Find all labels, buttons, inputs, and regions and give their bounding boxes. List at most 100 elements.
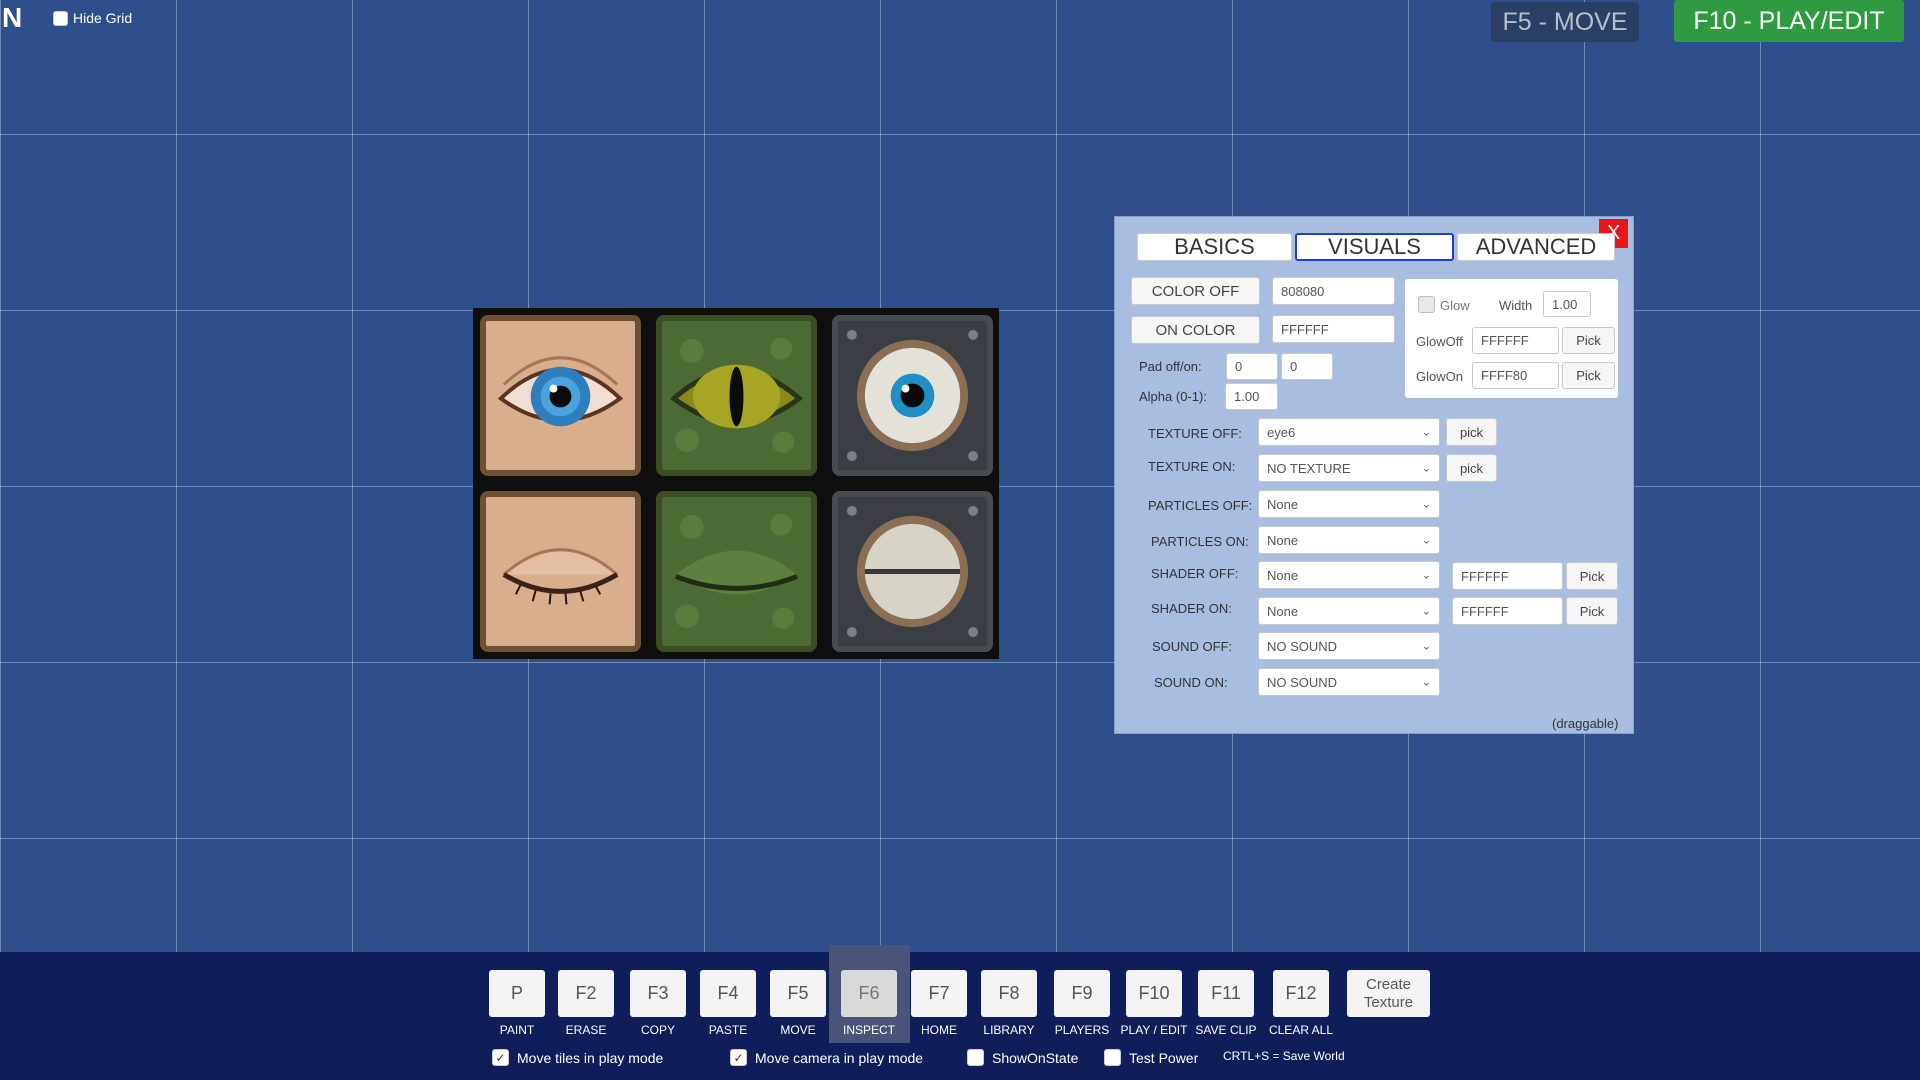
tile-lizard-eye-closed[interactable] <box>656 491 817 652</box>
move-mode-button[interactable]: F5 - MOVE <box>1491 2 1639 42</box>
tool-button-move[interactable]: F5 <box>770 970 826 1017</box>
tab-visuals[interactable]: VISUALS <box>1295 233 1454 261</box>
tab-advanced[interactable]: ADVANCED <box>1457 233 1615 261</box>
sound-on-label: SOUND ON: <box>1154 675 1228 690</box>
tool-label: PAINT <box>499 1023 535 1037</box>
shader-on-dropdown[interactable]: None ⌄ <box>1258 597 1440 625</box>
tool-button-paste[interactable]: F4 <box>700 970 756 1017</box>
sound-on-dropdown[interactable]: NO SOUND ⌄ <box>1258 668 1440 696</box>
on-color-input[interactable]: FFFFFF <box>1272 315 1395 343</box>
on-color-button[interactable]: ON COLOR <box>1131 316 1260 344</box>
human-eye-open-icon <box>486 321 635 470</box>
test-power-option[interactable]: Test Power <box>1104 1049 1198 1066</box>
tool-button-play-edit[interactable]: F10 <box>1126 970 1182 1017</box>
color-off-input[interactable]: 808080 <box>1272 277 1395 305</box>
sound-off-dropdown[interactable]: NO SOUND ⌄ <box>1258 632 1440 660</box>
glow-off-input[interactable]: FFFFFF <box>1472 327 1559 354</box>
chevron-down-icon: ⌄ <box>1421 534 1431 547</box>
glow-checkbox[interactable] <box>1418 296 1435 313</box>
glow-off-pick-button[interactable]: Pick <box>1562 327 1615 354</box>
chevron-down-icon: ⌄ <box>1421 676 1431 689</box>
tile-sprite-group[interactable] <box>473 308 999 659</box>
tool-button-inspect[interactable]: F6 <box>841 970 897 1017</box>
alpha-label: Alpha (0-1): <box>1139 389 1207 404</box>
tool-button-copy[interactable]: F3 <box>630 970 686 1017</box>
color-off-button[interactable]: COLOR OFF <box>1131 277 1260 305</box>
tile-lizard-eye-open[interactable] <box>656 315 817 476</box>
chevron-down-icon: ⌄ <box>1421 426 1431 439</box>
tab-basics[interactable]: BASICS <box>1137 233 1292 261</box>
width-label: Width <box>1499 298 1533 313</box>
move-camera-checkbox[interactable]: ✓ <box>730 1049 747 1066</box>
tile-robot-eye-open[interactable] <box>832 315 993 476</box>
pad-on-input[interactable]: 0 <box>1281 353 1333 380</box>
show-on-state-option[interactable]: ShowOnState <box>967 1049 1078 1066</box>
tool-button-paint[interactable]: P <box>489 970 545 1017</box>
shader-on-pick-button[interactable]: Pick <box>1566 597 1618 625</box>
texture-off-pick-button[interactable]: pick <box>1446 418 1497 446</box>
robot-eye-open-icon <box>838 321 987 470</box>
texture-on-dropdown[interactable]: NO TEXTURE ⌄ <box>1258 454 1440 482</box>
particles-off-label: PARTICLES OFF: <box>1148 498 1253 513</box>
tile-robot-eye-closed[interactable] <box>832 491 993 652</box>
chevron-down-icon: ⌄ <box>1421 498 1431 511</box>
tool-label: MOVE <box>780 1023 816 1037</box>
tool-button-clear-all[interactable]: F12 <box>1273 970 1329 1017</box>
tool-button-erase[interactable]: F2 <box>558 970 614 1017</box>
move-tiles-checkbox[interactable]: ✓ <box>492 1049 509 1066</box>
hide-grid-toggle[interactable]: Hide Grid <box>53 10 132 26</box>
glow-label: Glow <box>1440 298 1470 313</box>
texture-off-dropdown[interactable]: eye6 ⌄ <box>1258 418 1440 446</box>
tile-human-eye-open[interactable] <box>480 315 641 476</box>
tool-label: LIBRARY <box>983 1023 1035 1037</box>
texture-on-pick-button[interactable]: pick <box>1446 454 1497 482</box>
lizard-eye-open-icon <box>662 321 811 470</box>
test-power-label: Test Power <box>1129 1049 1199 1066</box>
particles-off-value: None <box>1267 496 1299 512</box>
tool-label: ERASE <box>565 1023 607 1037</box>
sound-off-label: SOUND OFF: <box>1152 639 1233 654</box>
chevron-down-icon: ⌄ <box>1421 605 1431 618</box>
pad-off-input[interactable]: 0 <box>1226 353 1278 380</box>
tile-human-eye-closed[interactable] <box>480 491 641 652</box>
shader-off-dropdown[interactable]: None ⌄ <box>1258 561 1440 589</box>
play-edit-button[interactable]: F10 - PLAY/EDIT <box>1674 0 1904 42</box>
tool-label: SAVE CLIP <box>1195 1023 1257 1037</box>
shader-off-pick-button[interactable]: Pick <box>1566 562 1618 590</box>
show-on-state-checkbox[interactable] <box>967 1049 984 1066</box>
save-shortcut-hint: CRTL+S = Save World <box>1223 1049 1345 1063</box>
shader-on-color-input[interactable]: FFFFFF <box>1452 597 1563 625</box>
show-on-state-label: ShowOnState <box>992 1049 1079 1066</box>
shader-on-value: None <box>1267 603 1299 619</box>
app-logo: N <box>2 2 23 33</box>
chevron-down-icon: ⌄ <box>1421 640 1431 653</box>
tool-button-save-clip[interactable]: F11 <box>1198 970 1254 1017</box>
test-power-checkbox[interactable] <box>1104 1049 1121 1066</box>
move-tiles-option[interactable]: ✓ Move tiles in play mode <box>492 1049 663 1066</box>
tool-label: PLAYERS <box>1054 1023 1110 1037</box>
tool-button-home[interactable]: F7 <box>911 970 967 1017</box>
tool-label: INSPECT <box>842 1023 895 1037</box>
shader-off-color-input[interactable]: FFFFFF <box>1452 562 1563 590</box>
particles-off-dropdown[interactable]: None ⌄ <box>1258 490 1440 518</box>
tool-button-players[interactable]: F9 <box>1054 970 1110 1017</box>
create-texture-button[interactable]: Create Texture <box>1347 970 1430 1017</box>
shader-off-value: None <box>1267 567 1299 583</box>
texture-off-value: eye6 <box>1267 424 1296 440</box>
move-camera-option[interactable]: ✓ Move camera in play mode <box>730 1049 923 1066</box>
glow-width-input[interactable]: 1.00 <box>1543 291 1591 317</box>
texture-on-label: TEXTURE ON: <box>1148 459 1236 474</box>
hide-grid-checkbox[interactable] <box>53 10 68 26</box>
tool-button-library[interactable]: F8 <box>981 970 1037 1017</box>
alpha-input[interactable]: 1.00 <box>1225 383 1278 410</box>
hide-grid-label: Hide Grid <box>73 10 133 26</box>
particles-on-value: None <box>1267 532 1299 548</box>
move-camera-label: Move camera in play mode <box>755 1049 924 1066</box>
shader-on-label: SHADER ON: <box>1151 601 1232 616</box>
particles-on-dropdown[interactable]: None ⌄ <box>1258 526 1440 554</box>
lizard-eye-closed-icon <box>662 497 811 646</box>
glow-on-input[interactable]: FFFF80 <box>1472 362 1559 389</box>
tool-label: HOME <box>921 1023 957 1037</box>
glow-on-pick-button[interactable]: Pick <box>1562 362 1615 389</box>
sound-on-value: NO SOUND <box>1267 674 1338 690</box>
